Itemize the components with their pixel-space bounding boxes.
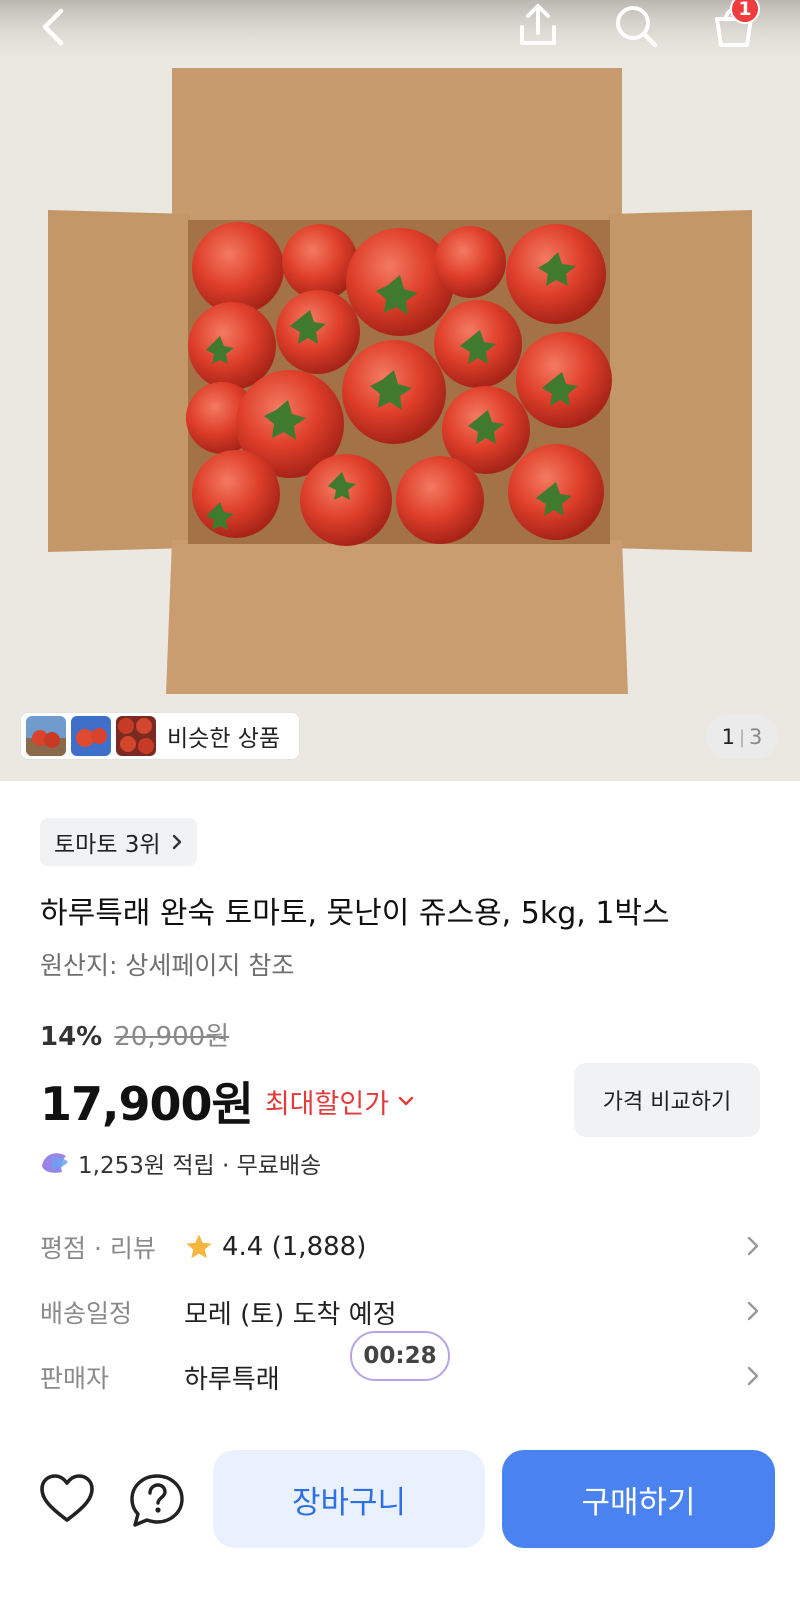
points-text: 1,253원 적립 · 무료배송	[78, 1153, 322, 1179]
similar-products-label: 비슷한 상품	[167, 726, 281, 752]
review-label: 평점 · 리뷰	[40, 1234, 156, 1263]
similar-thumb-2	[71, 716, 111, 756]
heart-icon	[40, 1474, 94, 1522]
rank-label: 토마토 3위	[54, 832, 161, 858]
inquiry-button[interactable]	[128, 1472, 186, 1530]
buy-now-button[interactable]: 구매하기	[502, 1450, 775, 1548]
chevron-right-icon	[172, 834, 181, 850]
shipping-label: 배송일정	[40, 1299, 133, 1328]
search-button[interactable]	[610, 0, 662, 52]
chevron-down-icon	[398, 1096, 414, 1106]
total-pages: 3	[749, 725, 763, 749]
similar-thumb-3	[116, 716, 156, 756]
shipping-row[interactable]: 배송일정 모레 (토) 도착 예정	[40, 1287, 760, 1337]
price-compare-button[interactable]: 가격 비교하기	[574, 1063, 760, 1137]
question-bubble-icon	[130, 1474, 184, 1527]
search-icon	[616, 6, 658, 48]
similar-thumb-1	[26, 716, 66, 756]
original-price: 20,900원	[114, 1022, 230, 1052]
cart-button[interactable]: 1	[706, 0, 762, 52]
product-photo	[0, 0, 800, 781]
product-title: 하루특래 완숙 토마토, 못난이 쥬스용, 5kg, 1박스	[40, 896, 670, 931]
seller-value: 하루특래	[184, 1364, 280, 1395]
countdown-timer: 00:28	[350, 1331, 450, 1381]
add-to-cart-button[interactable]: 장바구니	[213, 1450, 485, 1548]
back-button[interactable]	[28, 2, 76, 52]
chevron-right-icon	[747, 1301, 759, 1321]
max-discount-label: 최대할인가	[264, 1088, 390, 1120]
points-shipping-row: 1,253원 적립 · 무료배송	[40, 1146, 321, 1180]
points-icon	[42, 1153, 68, 1173]
product-origin: 원산지: 상세페이지 참조	[40, 951, 295, 980]
price-row: 17,900원 최대할인가	[40, 1068, 415, 1134]
sale-price: 17,900원	[40, 1077, 254, 1131]
star-icon	[186, 1234, 212, 1259]
review-row[interactable]: 평점 · 리뷰 4.4 (1,888)	[40, 1222, 760, 1272]
chevron-left-icon	[42, 8, 64, 46]
discount-row: 14% 20,900원	[40, 1016, 229, 1053]
page-separator: |	[738, 726, 746, 748]
similar-products-button[interactable]: 비슷한 상품	[20, 712, 300, 760]
category-rank-chip[interactable]: 토마토 3위	[40, 818, 197, 866]
max-discount-toggle[interactable]: 최대할인가	[265, 1082, 415, 1121]
discount-rate: 14%	[40, 1022, 103, 1052]
chevron-right-icon	[747, 1236, 759, 1256]
chevron-right-icon	[747, 1366, 759, 1386]
rating-text: 4.4 (1,888)	[222, 1232, 367, 1262]
current-page: 1	[721, 725, 735, 749]
shipping-value: 모레 (토) 도착 예정	[184, 1299, 397, 1330]
top-navigation-bar: 1	[0, 0, 800, 60]
product-image-gallery[interactable]: 1 비슷한 상품 1 | 3	[0, 0, 800, 781]
image-page-indicator: 1 | 3	[706, 715, 778, 759]
wishlist-button[interactable]	[38, 1472, 96, 1526]
share-button[interactable]	[512, 0, 564, 52]
review-value: 4.4 (1,888)	[184, 1232, 366, 1262]
seller-label: 판매자	[40, 1364, 110, 1393]
share-icon	[520, 4, 556, 45]
